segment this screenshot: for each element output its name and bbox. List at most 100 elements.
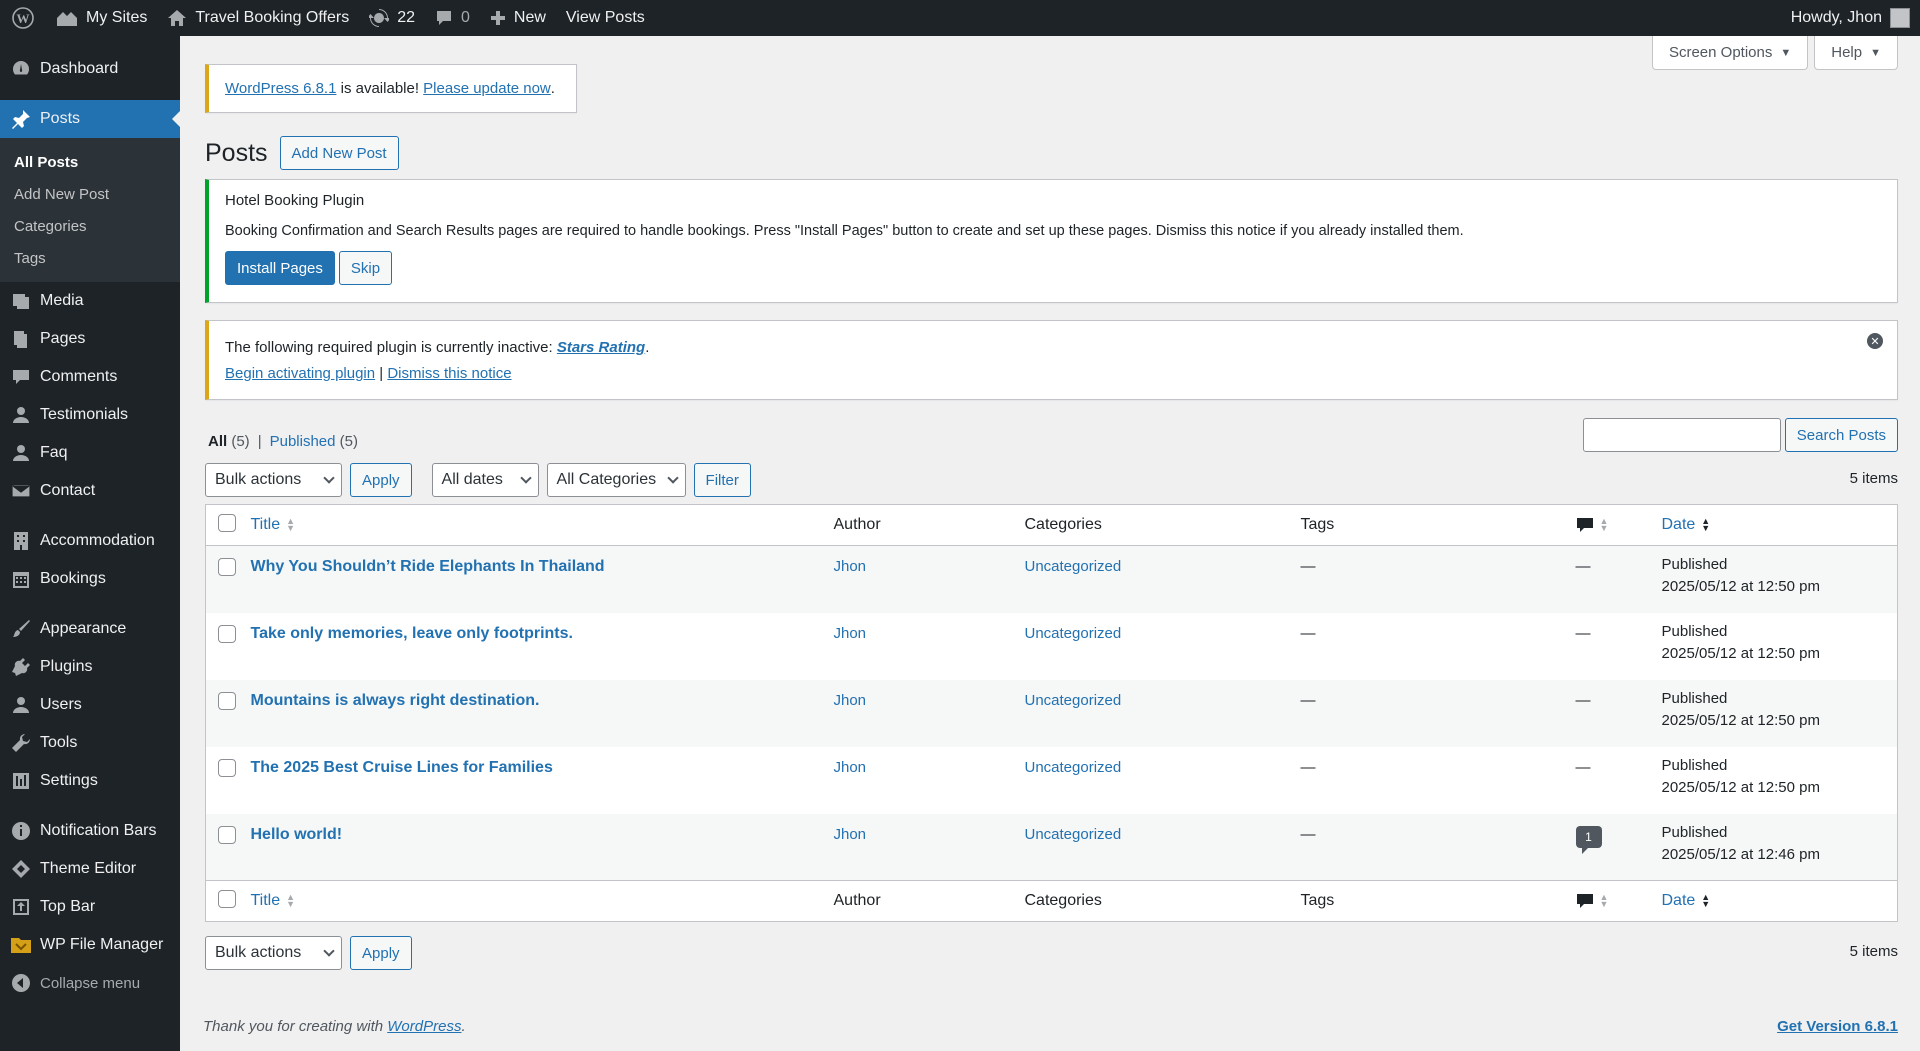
row-checkbox[interactable] — [218, 624, 236, 643]
post-author-link[interactable]: Jhon — [834, 625, 867, 642]
skip-button[interactable]: Skip — [338, 251, 393, 285]
apply-button[interactable]: Apply — [350, 463, 412, 497]
categories-select[interactable]: All Categories — [546, 463, 686, 497]
menu-tools[interactable]: Tools — [0, 724, 180, 762]
wordpress-link[interactable]: WordPress — [387, 1018, 461, 1035]
updates-icon — [369, 9, 390, 27]
post-title-link[interactable]: Take only memories, leave only footprint… — [251, 625, 573, 642]
post-author-link[interactable]: Jhon — [834, 759, 867, 776]
svg-text:W: W — [17, 11, 30, 26]
post-title-link[interactable]: Mountains is always right destination. — [251, 692, 540, 709]
filter-published[interactable]: Published (5) — [270, 433, 358, 450]
post-category-link[interactable]: Uncategorized — [1025, 826, 1122, 843]
site-name-link[interactable]: Travel Booking Offers — [157, 0, 359, 36]
row-checkbox[interactable] — [218, 558, 236, 576]
menu-posts[interactable]: Posts — [0, 100, 180, 138]
menu-dashboard[interactable]: Dashboard — [0, 50, 180, 88]
post-author-link[interactable]: Jhon — [834, 692, 867, 709]
menu-settings[interactable]: Settings — [0, 762, 180, 800]
menu-testimonials[interactable]: Testimonials — [0, 396, 180, 434]
post-author-link[interactable]: Jhon — [834, 558, 867, 575]
submenu-add-new-post[interactable]: Add New Post — [0, 178, 180, 210]
row-checkbox[interactable] — [218, 691, 236, 710]
collapse-arrow-icon — [10, 972, 32, 994]
post-title-link[interactable]: Why You Shouldn’t Ride Elephants In Thai… — [251, 558, 605, 575]
search-posts-input[interactable] — [1582, 418, 1781, 452]
submenu-tags[interactable]: Tags — [0, 242, 180, 274]
filter-button[interactable]: Filter — [693, 463, 751, 497]
menu-label: Collapse menu — [40, 974, 141, 992]
update-now-link[interactable]: Please update now — [423, 80, 551, 97]
select-all-checkbox-bottom[interactable] — [218, 889, 236, 908]
bulk-actions-select[interactable]: Bulk actions — [205, 463, 342, 497]
comments-link[interactable]: 0 — [425, 0, 480, 36]
updates-link[interactable]: 22 — [359, 0, 425, 36]
menu-accommodation[interactable]: Accommodation — [0, 522, 180, 560]
sites-icon — [57, 12, 77, 26]
submenu-all-posts[interactable]: All Posts — [0, 146, 180, 178]
submenu-categories[interactable]: Categories — [0, 210, 180, 242]
wordpress-version-link[interactable]: WordPress 6.8.1 — [225, 80, 336, 97]
begin-activating-link[interactable]: Begin activating plugin — [225, 365, 375, 382]
menu-notification-bars[interactable]: Notification Bars — [0, 812, 180, 850]
menu-comments[interactable]: Comments — [0, 358, 180, 396]
comment-count-bubble[interactable]: 1 — [1575, 825, 1602, 854]
menu-contact[interactable]: Contact — [0, 472, 180, 510]
post-title-link[interactable]: Hello world! — [251, 826, 343, 843]
column-title[interactable]: Title ▲ ▼ — [251, 881, 834, 922]
account-menu[interactable]: Howdy, Jhon — [1781, 0, 1920, 36]
search-posts-button[interactable]: Search Posts — [1784, 418, 1898, 452]
filter-all[interactable]: All (5) — [208, 433, 250, 450]
install-pages-button[interactable]: Install Pages — [225, 251, 335, 285]
bulk-actions-select-bottom[interactable]: Bulk actions — [205, 936, 342, 970]
dismiss-icon[interactable]: ✕ — [1867, 333, 1883, 349]
post-status: Published — [1661, 823, 1728, 841]
post-category-link[interactable]: Uncategorized — [1025, 625, 1122, 642]
get-version-link[interactable]: Get Version 6.8.1 — [1777, 1018, 1898, 1035]
menu-plugins[interactable]: Plugins — [0, 648, 180, 686]
menu-top-bar[interactable]: Top Bar — [0, 888, 180, 926]
stars-rating-link[interactable]: Stars Rating — [557, 339, 645, 356]
my-sites-link[interactable]: My Sites — [46, 0, 157, 36]
view-posts-link[interactable]: View Posts — [556, 0, 655, 36]
select-all-checkbox[interactable] — [218, 513, 236, 532]
post-author-link[interactable]: Jhon — [834, 826, 867, 843]
collapse-menu-button[interactable]: Collapse menu — [0, 964, 180, 1002]
sort-icon: ▲ ▼ — [1599, 515, 1609, 533]
column-date[interactable]: Date ▲ ▼ — [1662, 881, 1898, 922]
plug-icon — [10, 656, 32, 678]
menu-pages[interactable]: Pages — [0, 320, 180, 358]
menu-media[interactable]: Media — [0, 282, 180, 320]
sort-icon: ▲ ▼ — [286, 515, 296, 533]
post-title-link[interactable]: The 2025 Best Cruise Lines for Families — [251, 759, 553, 776]
menu-appearance[interactable]: Appearance — [0, 610, 180, 648]
column-comments[interactable]: ▲ ▼ — [1576, 505, 1662, 546]
row-checkbox[interactable] — [218, 825, 236, 844]
dates-select[interactable]: All dates — [431, 463, 539, 497]
plugin-notice-separator: | — [375, 365, 388, 382]
column-date[interactable]: Date ▲ ▼ — [1662, 505, 1898, 546]
item-count-bottom: 5 items — [1849, 943, 1898, 960]
screen-options-button[interactable]: Screen Options ▼ — [1651, 36, 1809, 70]
post-category-link[interactable]: Uncategorized — [1025, 692, 1122, 709]
home-icon — [168, 10, 187, 26]
menu-bookings[interactable]: Bookings — [0, 560, 180, 598]
comment-icon — [1576, 517, 1593, 532]
new-content-link[interactable]: New — [480, 0, 556, 36]
apply-button-bottom[interactable]: Apply — [350, 936, 412, 970]
dismiss-notice-link[interactable]: Dismiss this notice — [387, 365, 511, 382]
row-checkbox[interactable] — [218, 758, 236, 777]
post-category-link[interactable]: Uncategorized — [1025, 759, 1122, 776]
column-title[interactable]: Title ▲ ▼ — [251, 505, 834, 546]
add-new-post-button[interactable]: Add New Post — [279, 136, 399, 170]
menu-users[interactable]: Users — [0, 686, 180, 724]
wordpress-logo-icon[interactable]: W — [0, 0, 46, 36]
menu-label: Contact — [40, 482, 96, 499]
menu-faq[interactable]: Faq — [0, 434, 180, 472]
column-comments[interactable]: ▲ ▼ — [1576, 881, 1662, 922]
menu-theme-editor[interactable]: Theme Editor — [0, 850, 180, 888]
help-button[interactable]: Help ▼ — [1814, 36, 1898, 70]
post-category-link[interactable]: Uncategorized — [1025, 558, 1122, 575]
post-tags: — — [1300, 624, 1316, 642]
menu-wp-file-manager[interactable]: WP File Manager — [0, 926, 180, 964]
